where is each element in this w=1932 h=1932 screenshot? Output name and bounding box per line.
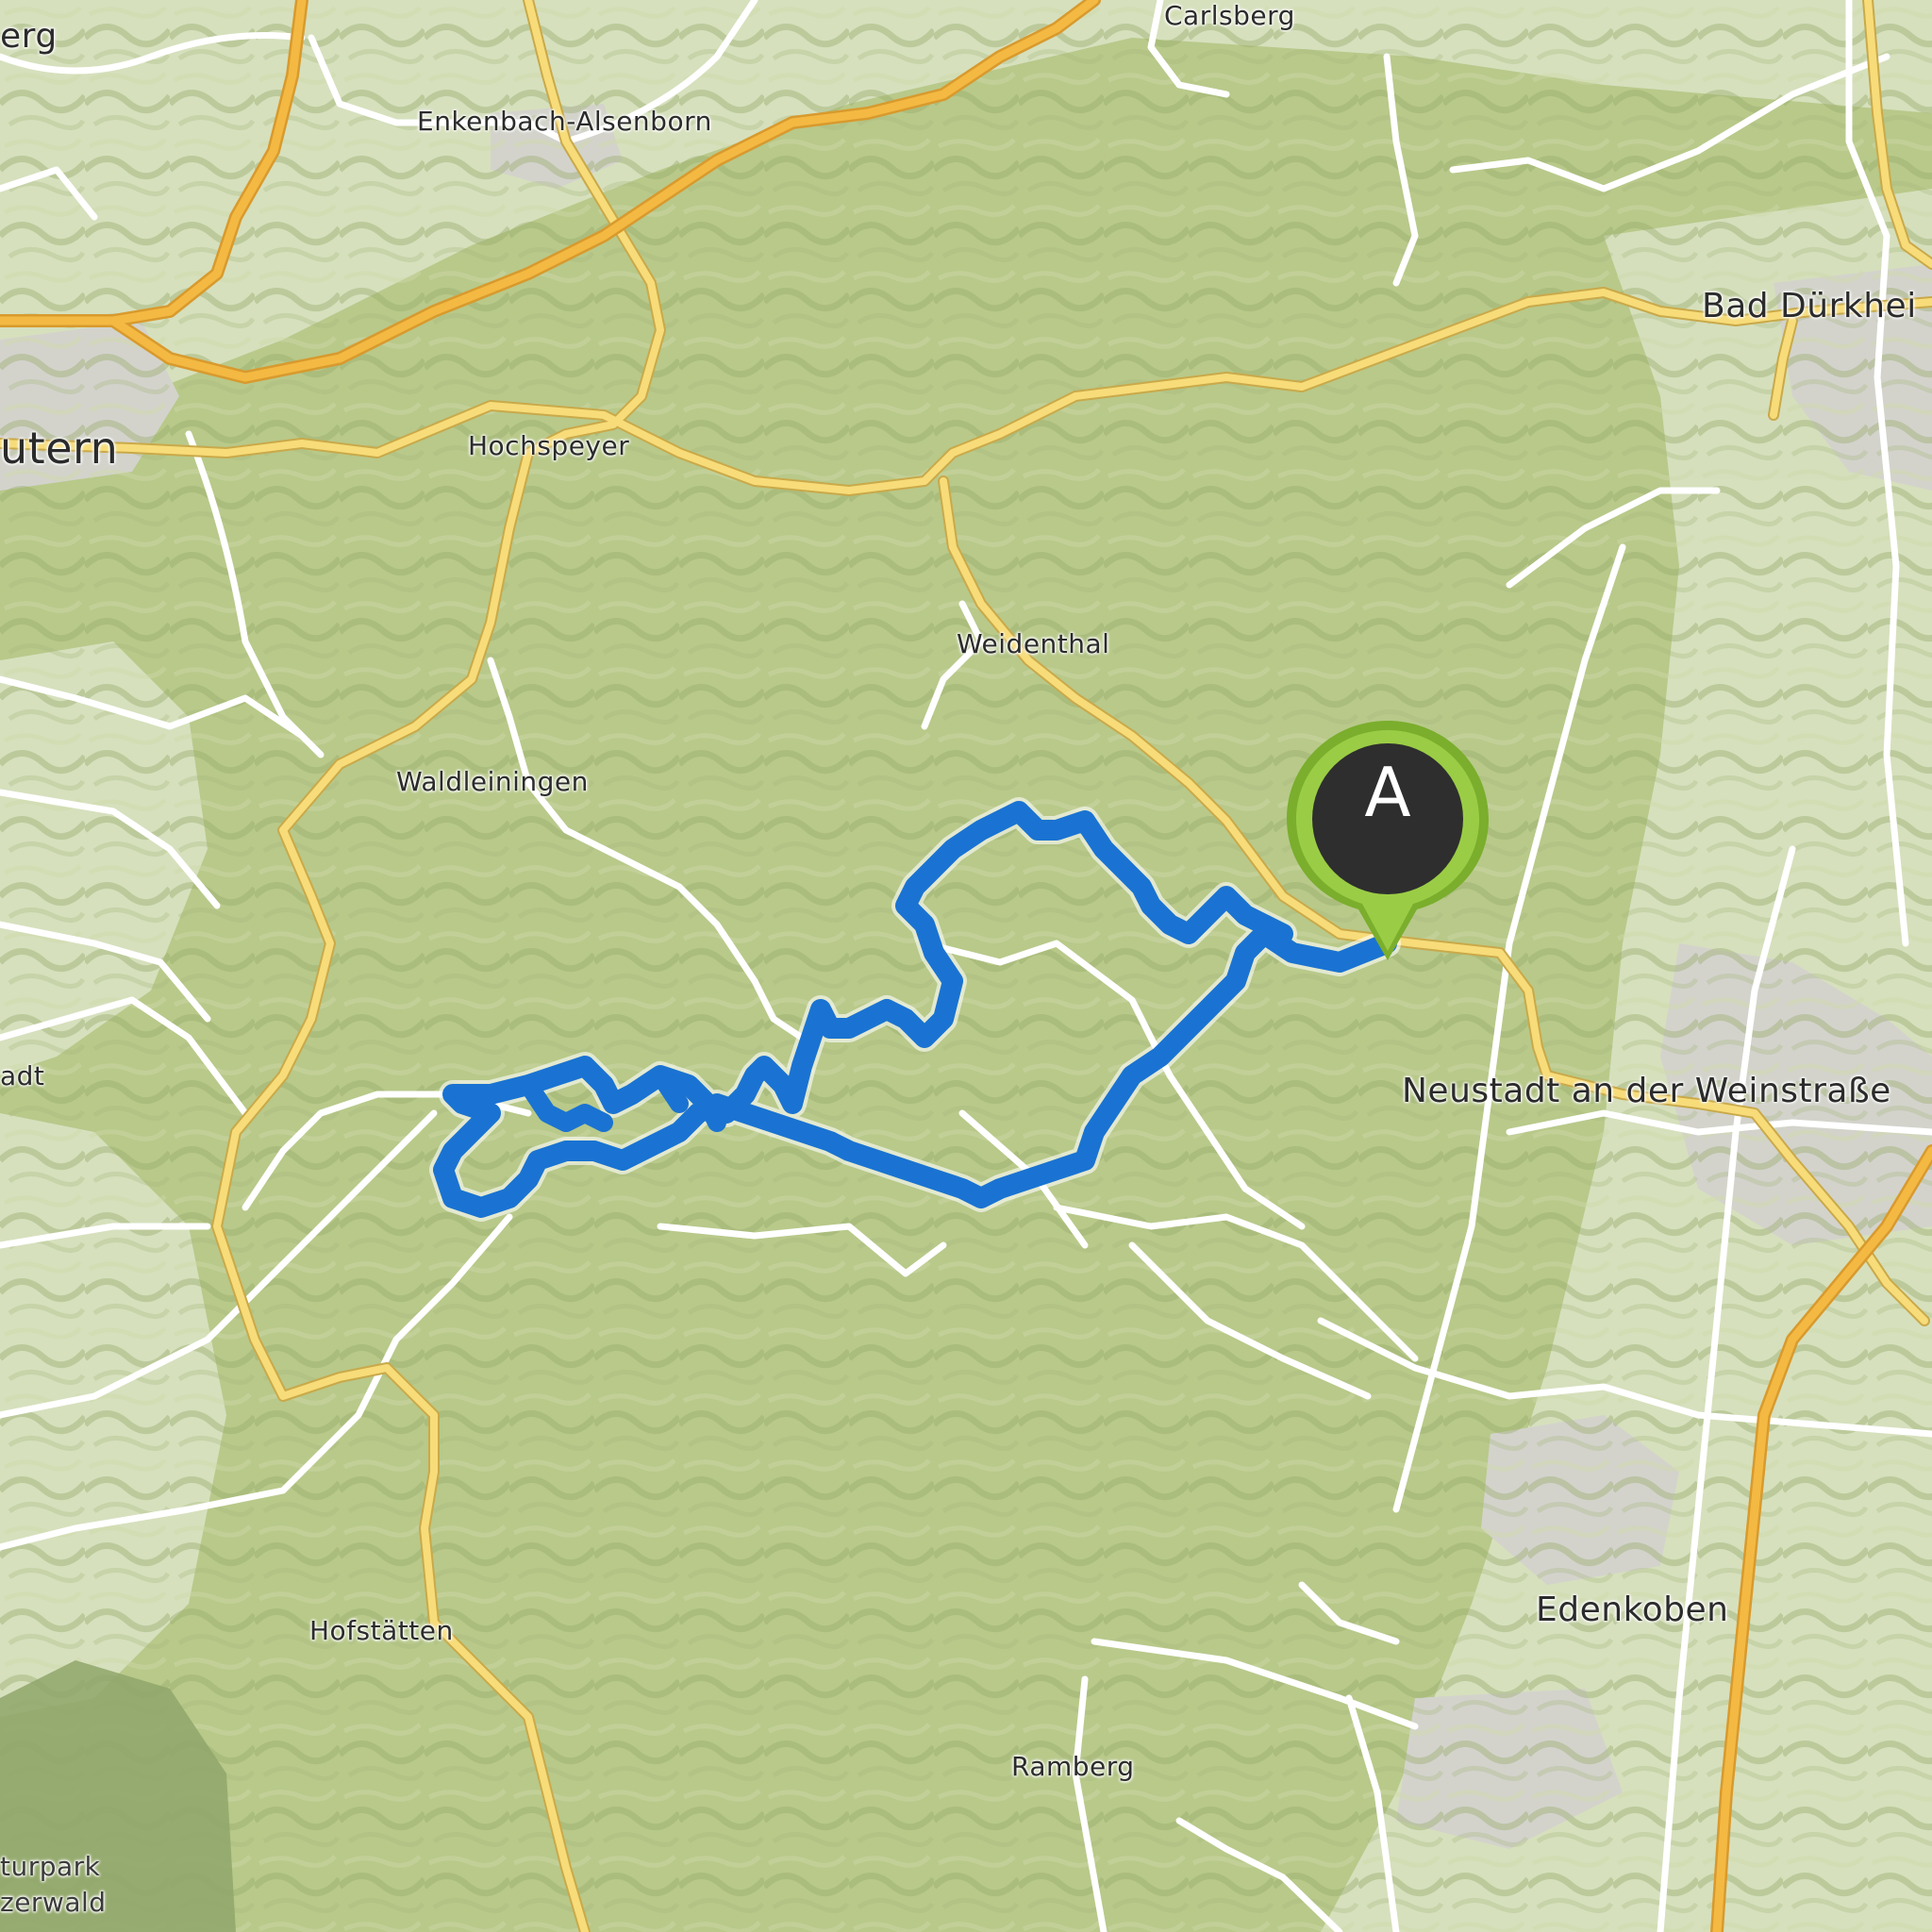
place-label-enkenbach-alsenborn: Enkenbach-Alsenborn — [417, 106, 712, 137]
place-label-pfaelzerwald: zerwald — [0, 1887, 107, 1918]
map-layer — [0, 0, 1932, 1932]
start-marker[interactable]: A — [1285, 719, 1491, 964]
place-label-ramberg: Ramberg — [1011, 1751, 1135, 1782]
place-label-hochspeyer: Hochspeyer — [468, 430, 630, 461]
place-label-kaiserslautern: utern — [0, 423, 119, 474]
place-label-adt: adt — [0, 1060, 45, 1091]
place-label-hofstatten: Hofstätten — [309, 1615, 454, 1646]
place-label-neustadt: Neustadt an der Weinstraße — [1402, 1072, 1891, 1110]
place-label-erg: erg — [0, 17, 58, 56]
start-marker-label: A — [1364, 753, 1411, 832]
place-label-naturpark: turpark — [0, 1851, 101, 1882]
place-label-weidenthal: Weidenthal — [957, 628, 1110, 659]
place-label-waldleiningen: Waldleiningen — [396, 766, 589, 797]
place-label-carlsberg: Carlsberg — [1164, 0, 1295, 31]
map-canvas[interactable]: Carlsberg erg Enkenbach-Alsenborn Bad Dü… — [0, 0, 1932, 1932]
hillshade-relief — [0, 0, 1932, 1932]
place-label-edenkoben: Edenkoben — [1536, 1591, 1729, 1629]
place-label-bad-durkheim: Bad Dürkhei — [1702, 287, 1917, 325]
